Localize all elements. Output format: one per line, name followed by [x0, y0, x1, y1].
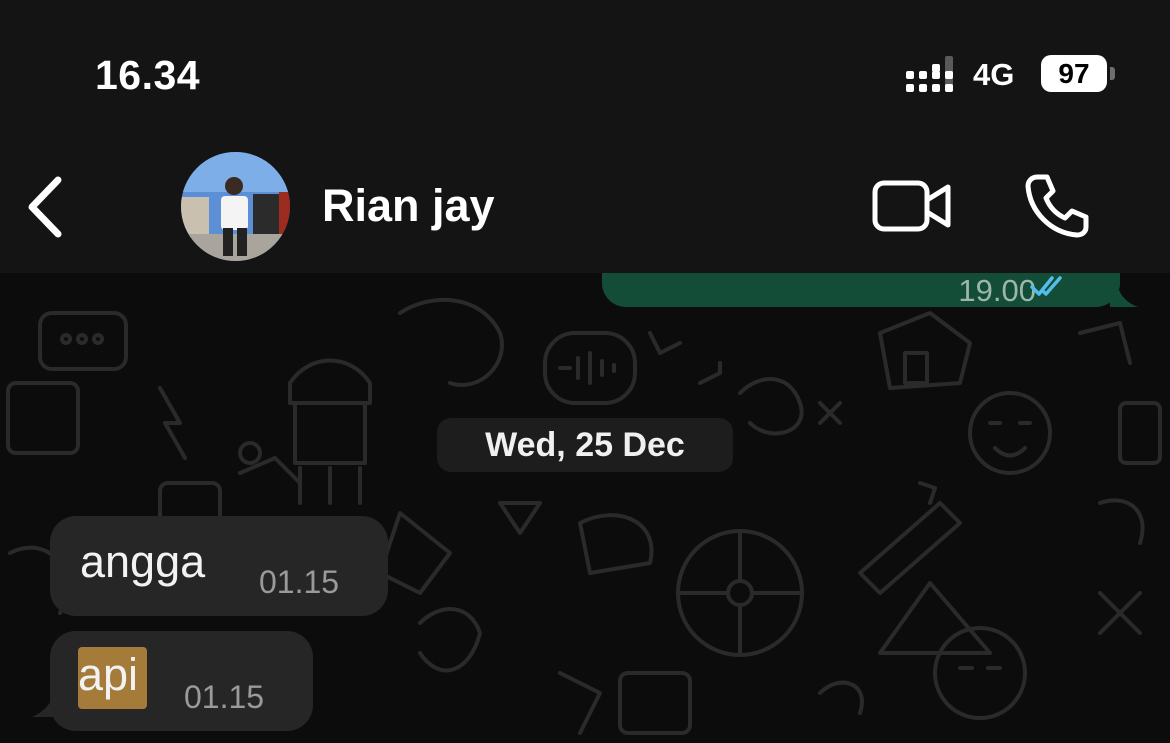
incoming-message-bubble[interactable]: api 01.15: [50, 631, 313, 731]
back-chevron-icon[interactable]: [22, 172, 68, 242]
chat-area[interactable]: 19.00 Wed, 25 Dec angga 01.15 api 01.15: [0, 273, 1170, 743]
video-camera-icon[interactable]: [872, 180, 952, 232]
outgoing-message-bubble[interactable]: 19.00: [602, 273, 1120, 308]
signal-strength-icon: [906, 56, 953, 92]
outgoing-bubble-tail: [1110, 287, 1138, 307]
message-text: api: [78, 649, 139, 700]
battery-level: 97: [1041, 55, 1107, 92]
message-time: 01.15: [259, 564, 340, 600]
contact-name[interactable]: Rian jay: [322, 180, 495, 232]
top-bar: 16.34 4G 97 Rian jay: [0, 0, 1170, 273]
message-time: 19.00: [958, 273, 1036, 308]
battery-tip: [1110, 67, 1115, 80]
network-type: 4G: [973, 57, 1015, 92]
status-time: 16.34: [95, 52, 201, 98]
double-check-read-icon: [1030, 276, 1062, 296]
date-separator: Wed, 25 Dec: [437, 418, 733, 472]
incoming-bubble-tail: [32, 693, 62, 717]
phone-icon[interactable]: [1024, 173, 1090, 239]
avatar[interactable]: [181, 152, 290, 261]
incoming-message-bubble[interactable]: angga 01.15: [50, 516, 388, 616]
message-time: 01.15: [184, 679, 265, 715]
message-text: angga: [80, 536, 206, 587]
